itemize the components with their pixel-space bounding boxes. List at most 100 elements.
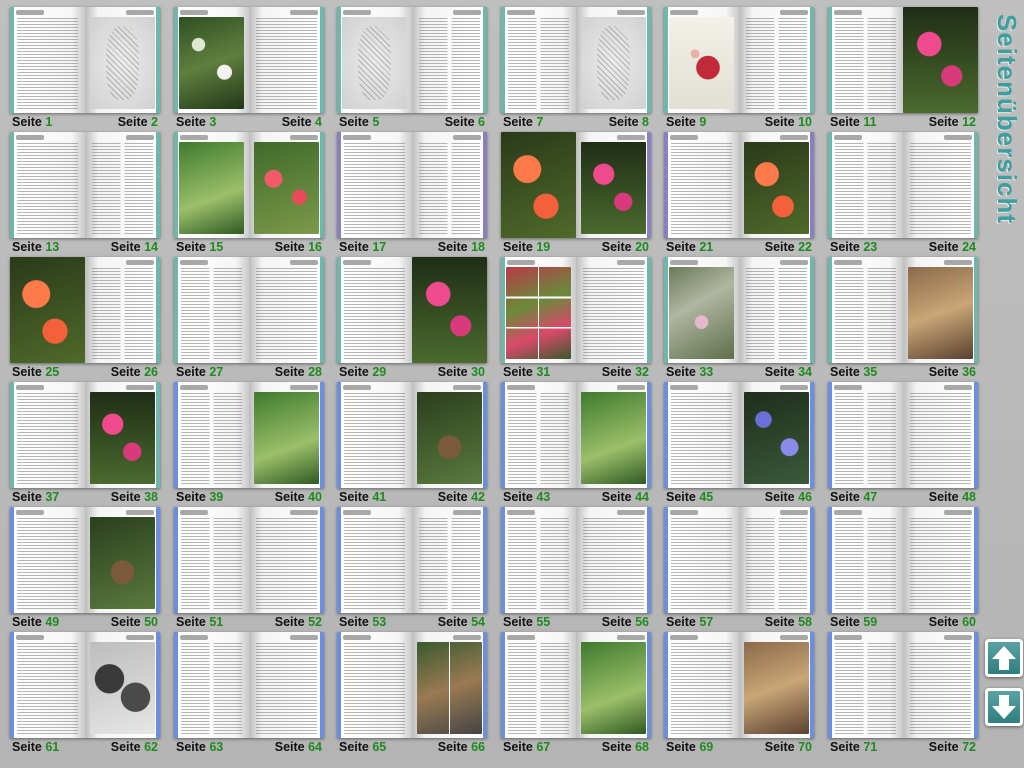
right-page (576, 132, 651, 238)
page-spread-thumbnail[interactable]: Seite 47 Seite 48 (818, 375, 978, 504)
right-page (576, 507, 651, 613)
page-spread-thumbnail[interactable]: Seite 55 Seite 56 (491, 500, 651, 629)
scroll-up-button[interactable] (985, 639, 1023, 677)
page-spread-thumbnail[interactable]: Seite 57 Seite 58 (654, 500, 814, 629)
page-text-block (835, 268, 896, 359)
page-number: 6 (478, 115, 485, 129)
page-label-right[interactable]: Seite 64 (275, 740, 322, 755)
page-spread-thumbnail[interactable]: Seite 7 Seite 8 (491, 0, 651, 129)
page-color-bar (828, 632, 832, 738)
page-spread-thumbnail[interactable]: Seite 5 Seite 6 (327, 0, 487, 129)
right-page (412, 632, 487, 738)
page-spread-thumbnail[interactable]: Seite 27 Seite 28 (164, 250, 324, 379)
page-label-word: Seite (830, 740, 864, 754)
page-spread-thumbnail[interactable]: Seite 63 Seite 64 (164, 625, 324, 754)
page-color-bar (156, 382, 160, 488)
page-photo (908, 267, 973, 359)
right-page (903, 132, 978, 238)
page-header-bar (507, 385, 535, 390)
book-spread (174, 132, 324, 238)
page-number: 63 (209, 740, 224, 754)
page-text-block (181, 643, 242, 734)
page-spread-thumbnail[interactable]: Seite 9 Seite 10 (654, 0, 814, 129)
page-label-left[interactable]: Seite 63 (176, 740, 223, 755)
page-spread-thumbnail[interactable]: Seite 39 Seite 40 (164, 375, 324, 504)
page-spread-thumbnail[interactable]: Seite 13 Seite 14 (0, 125, 160, 254)
page-spread-thumbnail[interactable]: Seite 53 Seite 54 (327, 500, 487, 629)
page-color-bar (483, 382, 487, 488)
page-photo (417, 392, 482, 484)
left-page (174, 382, 249, 488)
page-label-right[interactable]: Seite 62 (111, 740, 158, 755)
page-text-block (17, 518, 78, 609)
page-color-bar (974, 132, 978, 238)
page-spread-thumbnail[interactable]: Seite 43 Seite 44 (491, 375, 651, 504)
page-label-word: Seite (110, 740, 145, 754)
left-page (501, 257, 576, 363)
page-text-block (671, 143, 732, 234)
page-header-bar (16, 135, 44, 140)
page-header-bar (453, 510, 481, 515)
page-spread-thumbnail[interactable]: Seite 1 Seite 2 (0, 0, 160, 129)
page-spread-thumbnail[interactable]: Seite 17 Seite 18 (327, 125, 487, 254)
page-color-bar (174, 257, 178, 363)
page-header-bar (180, 135, 208, 140)
page-spread-thumbnail[interactable]: Seite 3 Seite 4 (164, 0, 324, 129)
scroll-down-button[interactable] (985, 688, 1023, 726)
page-photo (581, 642, 646, 734)
page-number: 66 (471, 740, 485, 754)
page-spread-thumbnail[interactable]: Seite 71 Seite 72 (818, 625, 978, 754)
page-spread-thumbnail[interactable]: Seite 19 Seite 20 (491, 125, 651, 254)
page-label-right[interactable]: Seite 66 (438, 740, 485, 755)
page-label-left[interactable]: Seite 67 (503, 740, 550, 755)
page-spread-thumbnail[interactable]: Seite 65 Seite 66 (327, 625, 487, 754)
page-color-bar (320, 507, 324, 613)
page-label-right[interactable]: Seite 70 (765, 740, 812, 755)
page-label-left[interactable]: Seite 65 (339, 740, 386, 755)
page-spread-thumbnail[interactable]: Seite 37 Seite 38 (0, 375, 160, 504)
page-spread-thumbnail[interactable]: Seite 67 Seite 68 (491, 625, 651, 754)
page-spread-thumbnail[interactable]: Seite 23 Seite 24 (818, 125, 978, 254)
page-text-block (508, 393, 569, 484)
page-spread-thumbnail[interactable]: Seite 11 Seite 12 (818, 0, 978, 129)
page-spread-thumbnail[interactable]: Seite 31 Seite 32 (491, 250, 651, 379)
page-spread-thumbnail[interactable]: Seite 15 Seite 16 (164, 125, 324, 254)
page-label-right[interactable]: Seite 72 (929, 740, 976, 755)
page-spread-thumbnail[interactable]: Seite 29 Seite 30 (327, 250, 487, 379)
page-spread-thumbnail[interactable]: Seite 45 Seite 46 (654, 375, 814, 504)
page-header-bar (126, 135, 154, 140)
page-label-right[interactable]: Seite 68 (602, 740, 649, 755)
page-color-bar (337, 382, 341, 488)
page-color-bar (10, 132, 14, 238)
page-spread-thumbnail[interactable]: Seite 35 Seite 36 (818, 250, 978, 379)
page-color-bar (320, 382, 324, 488)
page-spread-thumbnail[interactable]: Seite 69 Seite 70 (654, 625, 814, 754)
page-spread-thumbnail[interactable]: Seite 21 Seite 22 (654, 125, 814, 254)
book-spread (174, 632, 324, 738)
page-label-left[interactable]: Seite 71 (830, 740, 877, 755)
page-label-left[interactable]: Seite 69 (666, 740, 713, 755)
page-header-bar (780, 510, 808, 515)
page-text-block (256, 18, 317, 109)
page-header-bar (343, 260, 371, 265)
left-page (828, 132, 903, 238)
left-page (10, 632, 85, 738)
right-page (576, 632, 651, 738)
page-label-left[interactable]: Seite 61 (12, 740, 59, 755)
page-spread-thumbnail[interactable]: Seite 59 Seite 60 (818, 500, 978, 629)
page-header-bar (290, 385, 318, 390)
page-photo (581, 17, 646, 109)
page-spread-thumbnail[interactable]: Seite 51 Seite 52 (164, 500, 324, 629)
page-spread-thumbnail[interactable]: Seite 25 Seite 26 (0, 250, 160, 379)
book-spread (10, 257, 160, 363)
page-spread-thumbnail[interactable]: Seite 33 Seite 34 (654, 250, 814, 379)
page-spread-thumbnail[interactable]: Seite 61 Seite 62 (0, 625, 160, 754)
page-color-bar (156, 7, 160, 113)
right-page (85, 507, 160, 613)
page-text-block (835, 643, 896, 734)
book-spread (501, 507, 651, 613)
page-spread-thumbnail[interactable]: Seite 49 Seite 50 (0, 500, 160, 629)
page-color-bar (974, 507, 978, 613)
page-color-bar (810, 382, 814, 488)
page-spread-thumbnail[interactable]: Seite 41 Seite 42 (327, 375, 487, 504)
